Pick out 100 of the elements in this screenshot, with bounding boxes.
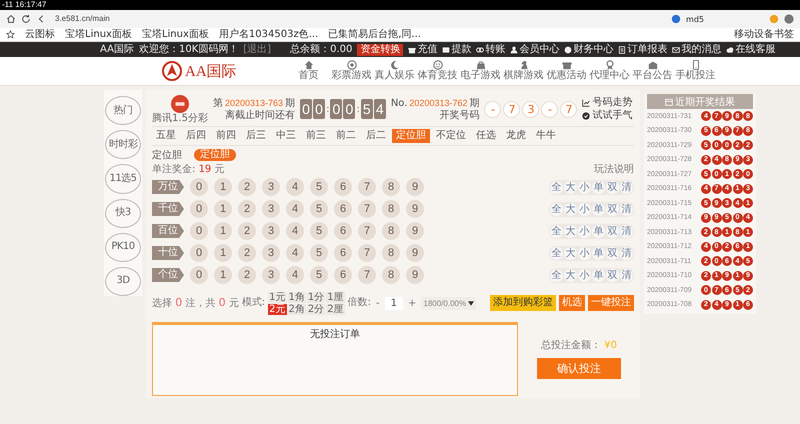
digit-ball[interactable]: 6 [334, 222, 352, 240]
digit-ball[interactable]: 4 [286, 200, 304, 218]
digit-ball[interactable]: 1 [214, 244, 232, 262]
medal-icon[interactable] [604, 60, 614, 70]
digit-ball[interactable]: 5 [310, 200, 328, 218]
digit-ball[interactable]: 0 [190, 222, 208, 240]
phone-icon[interactable] [690, 60, 700, 70]
digit-ball[interactable]: 5 [310, 178, 328, 196]
rebate-dropdown[interactable]: 1800/0.00% [421, 296, 476, 310]
crescent-icon[interactable] [390, 60, 400, 70]
search-engine-label[interactable]: md5 [686, 14, 704, 24]
mode-option[interactable]: 1角 [288, 292, 306, 302]
top-bar-link[interactable]: 提款 [451, 44, 472, 56]
digit-ball[interactable]: 6 [334, 178, 352, 196]
mode-option[interactable]: 2厘 [326, 304, 345, 314]
digit-ball[interactable]: 8 [382, 266, 400, 284]
digit-ball[interactable]: 9 [406, 266, 424, 284]
back-icon[interactable] [36, 14, 46, 24]
digit-ball[interactable]: 5 [310, 244, 328, 262]
digit-ball[interactable]: 6 [334, 244, 352, 262]
action-button[interactable]: 添加到购彩篮 [490, 295, 556, 311]
bookmark-link[interactable]: 宝塔Linux面板 [142, 28, 209, 40]
quick-pick-button[interactable]: 全 [550, 224, 563, 238]
logout-link[interactable]: [退出] [243, 44, 272, 56]
quick-pick-button[interactable]: 大 [564, 246, 577, 260]
building-icon[interactable] [648, 60, 658, 70]
quick-pick-button[interactable]: 单 [592, 246, 605, 260]
quick-pick-button[interactable]: 全 [550, 268, 563, 282]
digit-ball[interactable]: 2 [238, 244, 256, 262]
play-tab[interactable]: 牛牛 [532, 129, 560, 143]
digit-ball[interactable]: 0 [190, 266, 208, 284]
address-field[interactable]: 3.e581.cn/main [51, 13, 666, 25]
digit-ball[interactable]: 6 [334, 266, 352, 284]
document-icon[interactable] [618, 46, 626, 54]
reload-icon[interactable] [21, 14, 31, 24]
mode-option[interactable]: 2分 [306, 304, 326, 314]
bag-icon[interactable] [476, 60, 486, 70]
nav-link[interactable]: 真人娱乐 [374, 70, 414, 82]
quick-pick-button[interactable]: 双 [606, 246, 619, 260]
bookmark-link[interactable]: 云图标 [25, 28, 55, 40]
quick-pick-button[interactable]: 全 [550, 202, 563, 216]
play-tab[interactable]: 中三 [272, 129, 300, 143]
digit-ball[interactable]: 3 [262, 266, 280, 284]
confirm-button[interactable]: 确认投注 [537, 358, 621, 378]
digit-ball[interactable]: 7 [358, 178, 376, 196]
avatar-icon[interactable] [784, 14, 794, 24]
mode-option[interactable]: 2角 [288, 304, 306, 314]
category-button[interactable]: 快3 [105, 198, 141, 228]
top-bar-link[interactable]: 订单报表 [627, 44, 668, 56]
digit-ball[interactable]: 1 [214, 266, 232, 284]
quick-pick-button[interactable]: 双 [606, 202, 619, 216]
quick-pick-button[interactable]: 小 [578, 224, 591, 238]
star-icon[interactable] [6, 30, 15, 39]
quick-pick-button[interactable]: 小 [578, 202, 591, 216]
quick-pick-button[interactable]: 清 [620, 202, 633, 216]
digit-ball[interactable]: 3 [262, 222, 280, 240]
play-tab[interactable]: 前三 [302, 129, 330, 143]
nav-link[interactable]: 首页 [298, 70, 318, 82]
play-tab[interactable]: 前二 [332, 129, 360, 143]
try-luck-link[interactable]: 试试手气 [592, 110, 632, 121]
trend-link[interactable]: 号码走势 [592, 97, 632, 108]
digit-ball[interactable]: 7 [358, 244, 376, 262]
digit-ball[interactable]: 7 [358, 222, 376, 240]
bookmark-link[interactable]: 宝塔Linux面板 [65, 28, 132, 40]
quick-pick-button[interactable]: 双 [606, 180, 619, 194]
digit-ball[interactable]: 1 [214, 178, 232, 196]
nav-link[interactable]: 体育竞技 [418, 70, 458, 82]
play-tab[interactable]: 定位胆 [392, 129, 430, 143]
play-tab[interactable]: 后三 [242, 129, 270, 143]
digit-ball[interactable]: 1 [214, 222, 232, 240]
gift-icon[interactable] [408, 46, 416, 54]
top-bar-link[interactable]: 在线客服 [735, 44, 776, 56]
bookmark-link[interactable]: 用户名1034503z色... [218, 28, 318, 40]
nav-link[interactable]: 手机投注 [676, 70, 716, 82]
quick-pick-button[interactable]: 单 [592, 180, 605, 194]
digit-ball[interactable]: 7 [358, 200, 376, 218]
envelope-icon[interactable] [672, 46, 680, 54]
digit-ball[interactable]: 8 [382, 200, 400, 218]
quick-pick-button[interactable]: 双 [606, 224, 619, 238]
quick-pick-button[interactable]: 单 [592, 268, 605, 282]
nav-link[interactable]: 棋牌游戏 [504, 70, 544, 82]
quick-pick-button[interactable]: 大 [564, 180, 577, 194]
cloud-icon[interactable] [726, 46, 734, 54]
quick-pick-button[interactable]: 清 [620, 180, 633, 194]
ball-icon[interactable] [346, 60, 356, 70]
digit-ball[interactable]: 9 [406, 178, 424, 196]
digit-ball[interactable]: 4 [286, 222, 304, 240]
smiley-icon[interactable] [432, 60, 442, 70]
quick-pick-button[interactable]: 大 [564, 224, 577, 238]
chart-icon[interactable] [582, 98, 590, 106]
play-tab[interactable]: 后四 [182, 129, 210, 143]
digit-ball[interactable]: 8 [382, 244, 400, 262]
logo-text[interactable]: AA国际 [185, 62, 237, 80]
quick-pick-button[interactable]: 清 [620, 268, 633, 282]
card-icon[interactable] [442, 46, 450, 54]
top-bar-link[interactable]: 我的消息 [681, 44, 722, 56]
play-tab[interactable]: 五星 [152, 129, 180, 143]
digit-ball[interactable]: 2 [238, 266, 256, 284]
nav-link[interactable]: 电子游戏 [460, 70, 500, 82]
quick-pick-button[interactable]: 小 [578, 268, 591, 282]
